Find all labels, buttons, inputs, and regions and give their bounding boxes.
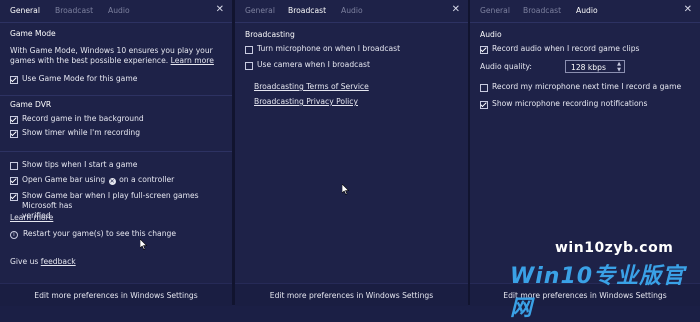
tab-bar: General Broadcast Audio	[10, 6, 224, 18]
show-tips-row[interactable]: Show tips when I start a game	[10, 160, 226, 170]
camera-label: Use camera when I broadcast	[257, 60, 370, 69]
tab-bar: General Broadcast Audio	[245, 6, 460, 18]
mic-on-row[interactable]: Turn microphone on when I broadcast	[245, 44, 462, 54]
record-background-checkbox[interactable]	[10, 115, 18, 124]
camera-row[interactable]: Use camera when I broadcast	[245, 60, 462, 70]
record-mic-row[interactable]: Record my microphone next time I record …	[480, 82, 694, 92]
general-panel: General Broadcast Audio ✕ Game Mode With…	[0, 0, 232, 306]
show-timer-label: Show timer while I'm recording	[22, 128, 141, 137]
record-mic-label: Record my microphone next time I record …	[492, 82, 682, 91]
restart-note-row: i Restart your game(s) to see this chang…	[10, 229, 226, 239]
mic-on-checkbox[interactable]	[245, 45, 253, 54]
show-fullscreen-line-1: Show Game bar when I play full-screen ga…	[22, 191, 199, 210]
edit-preferences-button[interactable]: Edit more preferences in Windows Setting…	[235, 283, 468, 306]
feedback-wrap: Give us feedback	[10, 257, 76, 267]
show-fullscreen-checkbox[interactable]	[10, 192, 18, 201]
restart-note: Restart your game(s) to see this change	[23, 229, 177, 238]
xbox-logo-icon: ✕	[108, 178, 116, 185]
record-audio-row[interactable]: Record audio when I record game clips	[480, 44, 694, 54]
tab-divider	[0, 22, 232, 23]
section-divider-2	[0, 151, 232, 152]
privacy-wrap: Broadcasting Privacy Policy	[254, 97, 358, 107]
show-mic-label: Show microphone recording notifications	[492, 99, 648, 108]
record-audio-label: Record audio when I record game clips	[492, 44, 640, 53]
open-game-bar-label-post: on a controller	[119, 175, 175, 184]
camera-checkbox[interactable]	[245, 61, 253, 70]
show-tips-label: Show tips when I start a game	[22, 160, 138, 169]
close-icon[interactable]: ✕	[452, 5, 460, 15]
privacy-link[interactable]: Broadcasting Privacy Policy	[254, 97, 358, 106]
audio-quality-label: Audio quality:	[480, 62, 532, 71]
tab-general[interactable]: General	[10, 6, 40, 15]
show-timer-checkbox[interactable]	[10, 129, 18, 138]
game-mode-desc-2: games with the best possible experience.	[10, 56, 169, 65]
audio-panel: General Broadcast Audio ✕ Audio Record a…	[470, 0, 700, 306]
open-game-bar-label: Open Game bar using ✕ on a controller	[22, 175, 174, 185]
close-icon[interactable]: ✕	[684, 5, 692, 15]
learn-more-2-wrap: Learn more	[10, 213, 53, 223]
close-icon[interactable]: ✕	[216, 5, 224, 15]
edit-preferences-button[interactable]: Edit more preferences in Windows Setting…	[470, 283, 700, 306]
info-icon: i	[10, 230, 18, 239]
learn-more-link[interactable]: Learn more	[171, 56, 214, 65]
tab-broadcast[interactable]: Broadcast	[55, 6, 93, 15]
record-mic-checkbox[interactable]	[480, 83, 488, 92]
feedback-link[interactable]: feedback	[41, 257, 76, 266]
game-mode-desc-2-wrap: games with the best possible experience.…	[10, 56, 214, 66]
show-mic-row[interactable]: Show microphone recording notifications	[480, 99, 694, 109]
tab-audio[interactable]: Audio	[108, 6, 130, 15]
open-game-bar-label-pre: Open Game bar using	[22, 175, 106, 184]
terms-link[interactable]: Broadcasting Terms of Service	[254, 82, 369, 91]
edit-preferences-button[interactable]: Edit more preferences in Windows Setting…	[0, 283, 232, 306]
audio-quality-select[interactable]: 128 kbps ▲ ▼	[565, 60, 625, 73]
tab-general[interactable]: General	[245, 6, 275, 15]
give-us-label: Give us	[10, 257, 39, 266]
audio-quality-value: 128 kbps	[571, 63, 606, 72]
show-tips-checkbox[interactable]	[10, 161, 18, 170]
tab-bar: General Broadcast Audio	[480, 6, 692, 18]
mouse-pointer-icon	[342, 184, 350, 195]
broadcast-panel: General Broadcast Audio ✕ Broadcasting T…	[235, 0, 468, 306]
game-dvr-title: Game DVR	[10, 100, 52, 109]
use-game-mode-checkbox-row[interactable]: Use Game Mode for this game	[10, 74, 226, 84]
section-divider	[0, 95, 232, 96]
tab-divider	[470, 22, 700, 23]
tab-audio[interactable]: Audio	[341, 6, 363, 15]
use-game-mode-checkbox[interactable]	[10, 75, 18, 84]
use-game-mode-label: Use Game Mode for this game	[22, 74, 138, 83]
show-timer-row[interactable]: Show timer while I'm recording	[10, 128, 226, 138]
tab-broadcast[interactable]: Broadcast	[288, 6, 326, 15]
broadcasting-title: Broadcasting	[245, 30, 295, 39]
game-mode-title: Game Mode	[10, 29, 56, 38]
mic-on-label: Turn microphone on when I broadcast	[257, 44, 401, 53]
record-audio-checkbox[interactable]	[480, 45, 488, 54]
tab-divider	[235, 22, 468, 23]
record-background-row[interactable]: Record game in the background	[10, 114, 226, 124]
tab-broadcast[interactable]: Broadcast	[523, 6, 561, 15]
mouse-pointer-icon	[140, 239, 148, 250]
tab-general[interactable]: General	[480, 6, 510, 15]
open-game-bar-row[interactable]: Open Game bar using ✕ on a controller	[10, 175, 226, 185]
learn-more-link-2[interactable]: Learn more	[10, 213, 53, 222]
game-mode-desc-1: With Game Mode, Windows 10 ensures you p…	[10, 46, 213, 55]
tab-audio[interactable]: Audio	[576, 6, 598, 15]
show-mic-checkbox[interactable]	[480, 100, 488, 109]
audio-title: Audio	[480, 30, 502, 39]
terms-wrap: Broadcasting Terms of Service	[254, 82, 369, 92]
record-background-label: Record game in the background	[22, 114, 144, 123]
spinner-arrows-icon[interactable]: ▲ ▼	[617, 61, 621, 73]
open-game-bar-checkbox[interactable]	[10, 176, 18, 185]
